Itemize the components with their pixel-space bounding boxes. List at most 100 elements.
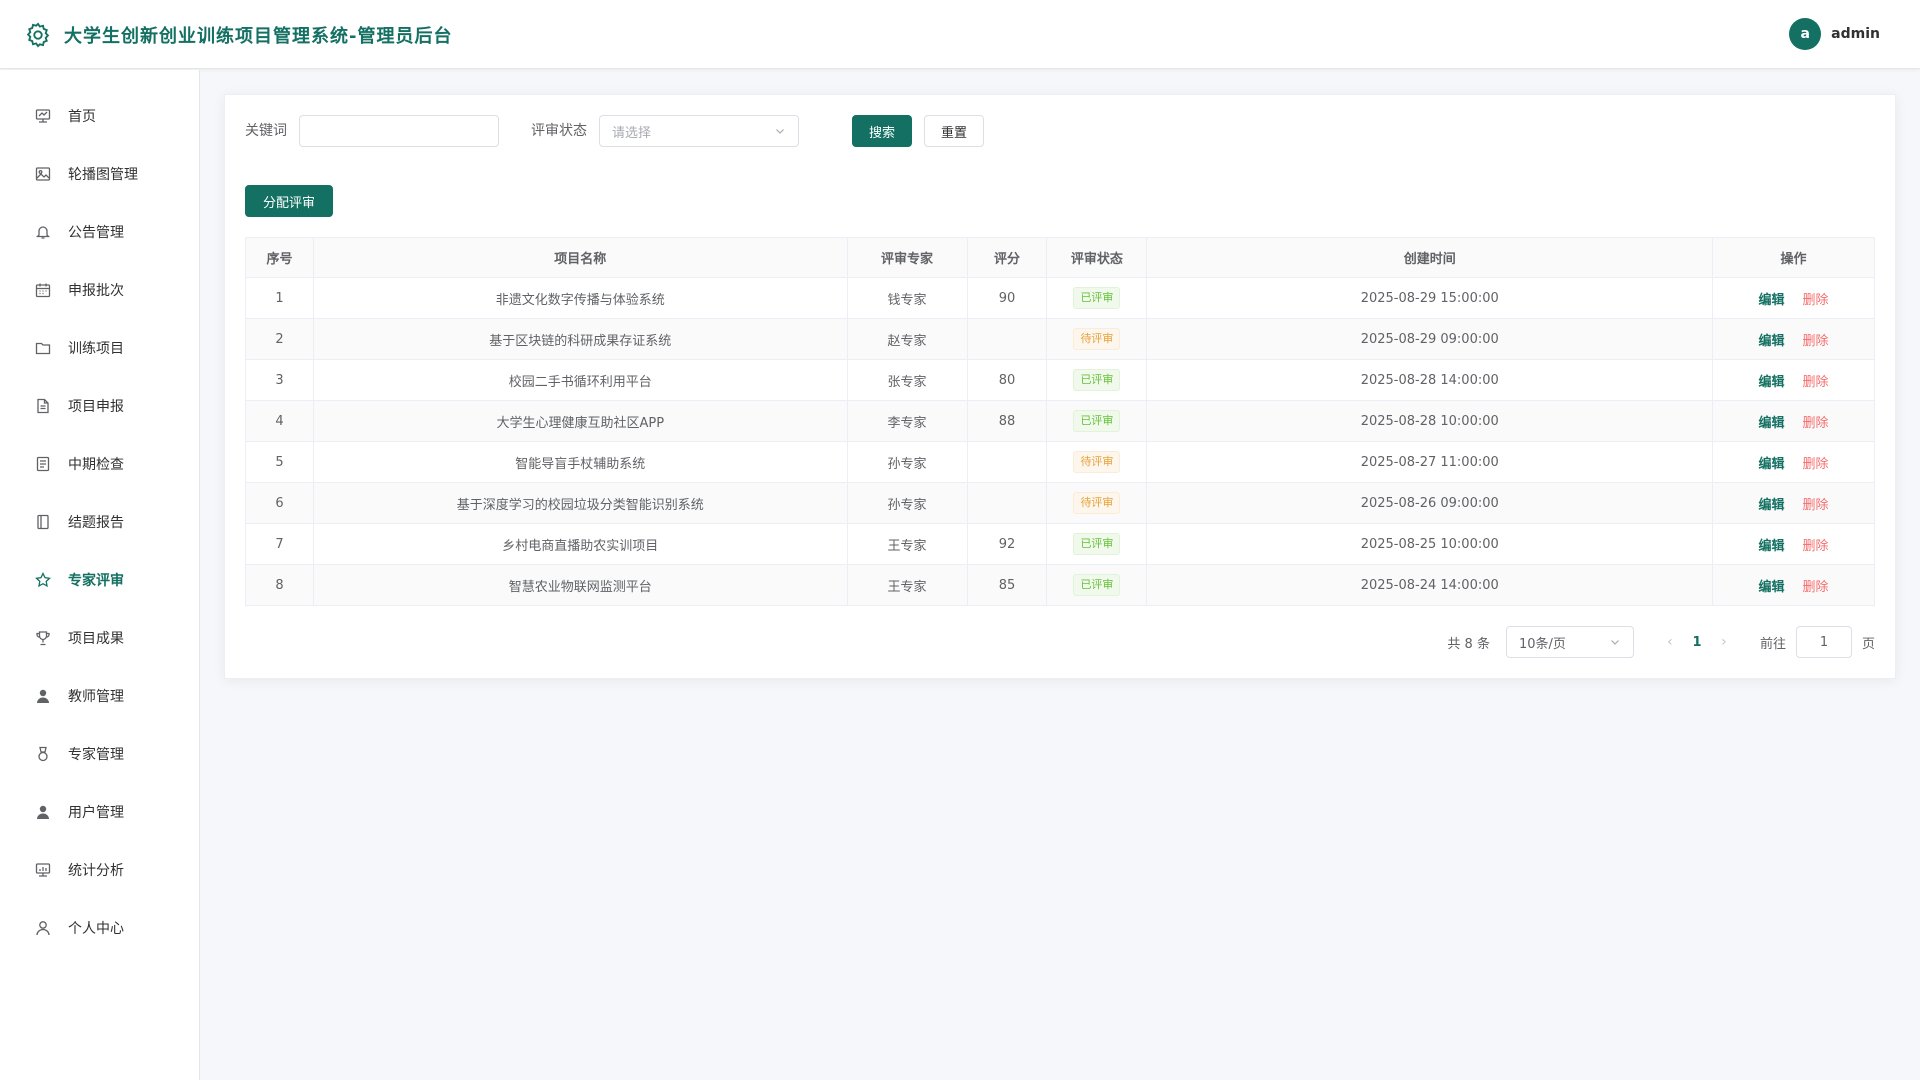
- delete-link[interactable]: 删除: [1803, 375, 1829, 390]
- cell-project-name: 校园二手书循环利用平台: [313, 359, 848, 401]
- cell-created: 2025-08-27 11:00:00: [1146, 441, 1714, 483]
- sidebar-item-label: 用户管理: [68, 805, 124, 821]
- cell-created: 2025-08-29 09:00:00: [1146, 318, 1714, 360]
- delete-link[interactable]: 删除: [1803, 498, 1829, 513]
- prev-page-icon[interactable]: ‹: [1658, 634, 1682, 650]
- sidebar-item-batch[interactable]: 申报批次: [0, 261, 199, 319]
- cell-status: 已评审: [1046, 359, 1148, 401]
- sidebar-item-label: 申报批次: [68, 283, 124, 299]
- edit-link[interactable]: 编辑: [1759, 416, 1785, 431]
- edit-link[interactable]: 编辑: [1759, 498, 1785, 513]
- cell-actions: 编辑 删除: [1712, 400, 1875, 442]
- username[interactable]: admin: [1831, 26, 1880, 42]
- cell-index: 4: [245, 400, 314, 442]
- cell-score: 92: [967, 523, 1048, 565]
- cell-actions: 编辑 删除: [1712, 564, 1875, 606]
- status-placeholder: 请选择: [612, 125, 652, 141]
- status-badge: 已评审: [1073, 369, 1121, 391]
- trophy-icon: [34, 629, 52, 647]
- assign-review-button[interactable]: 分配评审: [245, 185, 333, 217]
- edit-link[interactable]: 编辑: [1759, 457, 1785, 472]
- sidebar-item-home[interactable]: 首页: [0, 87, 199, 145]
- delete-link[interactable]: 删除: [1803, 457, 1829, 472]
- column-header: 序号: [245, 237, 314, 278]
- sidebar-item-training[interactable]: 训练项目: [0, 319, 199, 377]
- folder-icon: [34, 339, 52, 357]
- sidebar-item-expert-review[interactable]: 专家评审: [0, 551, 199, 609]
- delete-link[interactable]: 删除: [1803, 416, 1829, 431]
- sidebar-item-midterm[interactable]: 中期检查: [0, 435, 199, 493]
- column-header: 操作: [1712, 237, 1875, 278]
- search-button[interactable]: 搜索: [852, 115, 912, 147]
- status-label: 评审状态: [531, 123, 587, 139]
- status-badge: 待评审: [1073, 451, 1121, 473]
- cell-status: 待评审: [1046, 318, 1148, 360]
- pagination-total: 共 8 条: [1447, 636, 1490, 652]
- cell-status: 待评审: [1046, 482, 1148, 524]
- user-menu[interactable]: a admin: [1789, 18, 1880, 50]
- cell-project-name: 智能导盲手杖辅助系统: [313, 441, 848, 483]
- cell-created: 2025-08-25 10:00:00: [1146, 523, 1714, 565]
- delete-link[interactable]: 删除: [1803, 580, 1829, 595]
- sidebar-item-notice[interactable]: 公告管理: [0, 203, 199, 261]
- cell-project-name: 乡村电商直播助农实训项目: [313, 523, 848, 565]
- keyword-label: 关键词: [245, 123, 287, 139]
- page-size-select[interactable]: 10条/页: [1505, 626, 1634, 658]
- goto-page-input[interactable]: [1795, 626, 1852, 658]
- status-badge: 已评审: [1073, 533, 1121, 555]
- status-badge: 待评审: [1073, 328, 1121, 350]
- table-row: 7 乡村电商直播助农实训项目 王专家 92 已评审 2025-08-25 10:…: [245, 523, 1875, 565]
- user-filled-icon: [34, 803, 52, 821]
- sidebar-item-label: 项目申报: [68, 399, 124, 415]
- cell-index: 1: [245, 277, 314, 319]
- cell-actions: 编辑 删除: [1712, 482, 1875, 524]
- cell-project-name: 大学生心理健康互助社区APP: [313, 400, 848, 442]
- sidebar-item-teacher[interactable]: 教师管理: [0, 667, 199, 725]
- sidebar-item-apply[interactable]: 项目申报: [0, 377, 199, 435]
- cell-created: 2025-08-24 14:00:00: [1146, 564, 1714, 606]
- next-page-icon[interactable]: ›: [1712, 634, 1736, 650]
- sidebar-item-label: 教师管理: [68, 689, 124, 705]
- sidebar-item-achievement[interactable]: 项目成果: [0, 609, 199, 667]
- cell-score: [967, 482, 1048, 524]
- table-row: 6 基于深度学习的校园垃圾分类智能识别系统 孙专家 待评审 2025-08-26…: [245, 482, 1875, 524]
- status-badge: 已评审: [1073, 287, 1121, 309]
- edit-link[interactable]: 编辑: [1759, 375, 1785, 390]
- cell-index: 8: [245, 564, 314, 606]
- page-number-current[interactable]: 1: [1682, 635, 1712, 650]
- reset-button[interactable]: 重置: [924, 115, 984, 147]
- app-title: 大学生创新创业训练项目管理系统-管理员后台: [64, 26, 453, 47]
- sidebar-item-user[interactable]: 用户管理: [0, 783, 199, 841]
- sidebar-item-label: 首页: [68, 109, 96, 125]
- edit-link[interactable]: 编辑: [1759, 539, 1785, 554]
- cell-index: 6: [245, 482, 314, 524]
- cell-expert: 王专家: [847, 564, 968, 606]
- cell-status: 已评审: [1046, 523, 1148, 565]
- sidebar-item-label: 统计分析: [68, 863, 124, 879]
- cell-score: 88: [967, 400, 1048, 442]
- status-select[interactable]: 请选择: [599, 115, 799, 147]
- cell-project-name: 基于深度学习的校园垃圾分类智能识别系统: [313, 482, 848, 524]
- delete-link[interactable]: 删除: [1803, 334, 1829, 349]
- cell-expert: 孙专家: [847, 441, 968, 483]
- edit-link[interactable]: 编辑: [1759, 334, 1785, 349]
- top-header: 大学生创新创业训练项目管理系统-管理员后台 a admin: [0, 0, 1920, 69]
- edit-link[interactable]: 编辑: [1759, 293, 1785, 308]
- column-header: 评分: [966, 237, 1048, 278]
- cell-expert: 赵专家: [847, 318, 968, 360]
- cell-index: 5: [245, 441, 314, 483]
- sidebar-item-label: 专家评审: [68, 573, 124, 589]
- sidebar-item-final-report[interactable]: 结题报告: [0, 493, 199, 551]
- delete-link[interactable]: 删除: [1803, 293, 1829, 308]
- cell-index: 2: [245, 318, 314, 360]
- edit-link[interactable]: 编辑: [1759, 580, 1785, 595]
- keyword-input[interactable]: [299, 115, 499, 147]
- cell-created: 2025-08-26 09:00:00: [1146, 482, 1714, 524]
- avatar[interactable]: a: [1789, 18, 1822, 50]
- sidebar-item-label: 项目成果: [68, 631, 124, 647]
- sidebar-item-carousel[interactable]: 轮播图管理: [0, 145, 199, 203]
- sidebar-item-expert[interactable]: 专家管理: [0, 725, 199, 783]
- delete-link[interactable]: 删除: [1803, 539, 1829, 554]
- sidebar-item-profile[interactable]: 个人中心: [0, 899, 199, 957]
- sidebar-item-statistics[interactable]: 统计分析: [0, 841, 199, 899]
